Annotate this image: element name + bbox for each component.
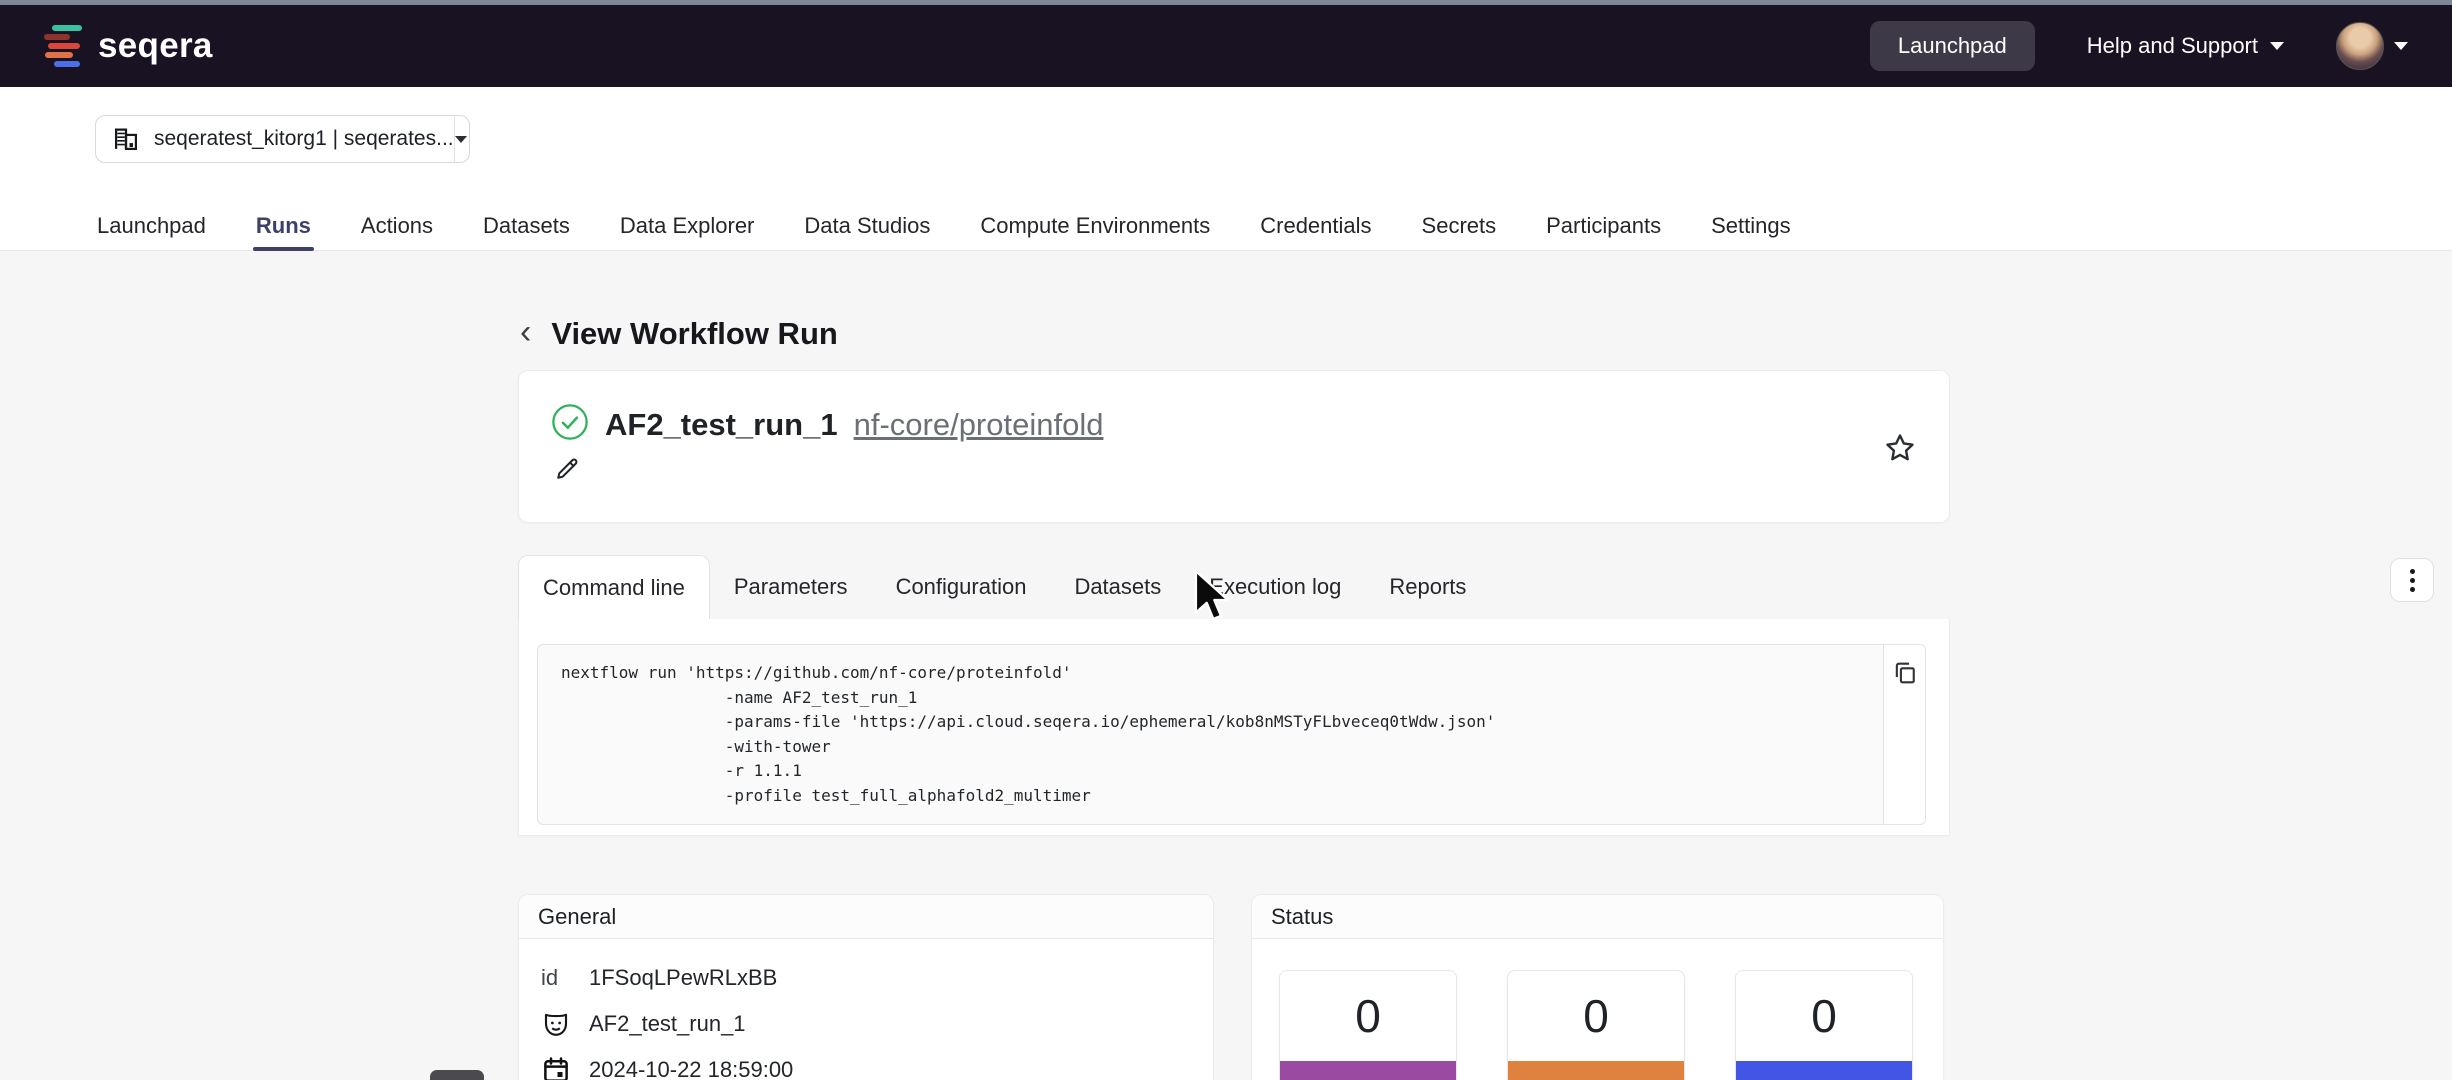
run-name: AF2_test_run_1 — [605, 407, 838, 443]
status-counter-pending: 0 pending — [1279, 970, 1457, 1080]
run-summary-card: AF2_test_run_1 nf-core/proteinfold — [518, 370, 1950, 523]
tab-parameters[interactable]: Parameters — [710, 555, 872, 619]
workspace-selector[interactable]: seqeratest_kitorg1 | seqerates... — [95, 115, 470, 163]
seqera-brand-link[interactable]: seqera — [44, 23, 213, 69]
run-title-row: AF2_test_run_1 nf-core/proteinfold — [551, 403, 1103, 446]
general-row-date: 2024-10-22 18:59:00 — [541, 1047, 1193, 1080]
page-title: View Workflow Run — [551, 316, 838, 352]
running-band: running — [1736, 1061, 1912, 1080]
star-run-button[interactable] — [1883, 431, 1917, 470]
run-name-value: AF2_test_run_1 — [589, 1011, 746, 1037]
code-line: -profile test_full_alphafold2_multimer — [561, 784, 1883, 809]
tab-datasets[interactable]: Datasets — [1050, 555, 1185, 619]
run-detail-tabs: Command line Parameters Configuration Da… — [518, 555, 1490, 619]
status-card-header: Status — [1252, 895, 1943, 939]
id-label: id — [541, 965, 589, 991]
submitted-band: submitted — [1508, 1061, 1684, 1080]
user-profile-menu[interactable] — [2336, 22, 2408, 70]
page-head: ‹ View Workflow Run — [520, 315, 838, 353]
nav-tab-data-explorer[interactable]: Data Explorer — [620, 201, 755, 250]
tab-execution-log[interactable]: Execution log — [1185, 555, 1365, 619]
status-counter-submitted: 0 submitted — [1507, 970, 1685, 1080]
command-line-text: nextflow run 'https://github.com/nf-core… — [538, 645, 1883, 824]
back-button[interactable]: ‹ — [520, 315, 531, 353]
run-date-value: 2024-10-22 18:59:00 — [589, 1057, 793, 1080]
calendar-icon — [541, 1055, 589, 1080]
seqera-logo-icon — [44, 23, 84, 69]
workspace-nav-tabs: Launchpad Runs Actions Datasets Data Exp… — [0, 201, 2452, 251]
general-card-header: General — [519, 895, 1213, 939]
nav-tab-participants[interactable]: Participants — [1546, 201, 1661, 250]
submitted-count: 0 — [1508, 971, 1684, 1061]
run-id-value: 1FSoqLPewRLxBB — [589, 965, 777, 991]
tab-configuration[interactable]: Configuration — [872, 555, 1051, 619]
pipeline-link[interactable]: nf-core/proteinfold — [854, 407, 1104, 443]
navbar-right-group: Launchpad Help and Support — [1870, 21, 2408, 71]
success-status-icon — [551, 403, 589, 446]
chevron-down-icon — [2270, 42, 2284, 50]
status-counter-running: 0 running — [1735, 970, 1913, 1080]
user-avatar — [2336, 22, 2384, 70]
general-row-run-name: AF2_test_run_1 — [541, 1001, 1193, 1047]
status-counters: 0 pending 0 submitted 0 running — [1252, 939, 1943, 1080]
general-row-id: id 1FSoqLPewRLxBB — [541, 955, 1193, 1001]
help-and-support-menu[interactable]: Help and Support — [2087, 33, 2284, 59]
code-line: -params-file 'https://api.cloud.seqera.i… — [561, 710, 1883, 735]
pending-band: pending — [1280, 1061, 1456, 1080]
command-line-panel: nextflow run 'https://github.com/nf-core… — [518, 619, 1950, 836]
more-options-button[interactable] — [2390, 558, 2434, 602]
status-card: Status 0 pending 0 submitted 0 running — [1251, 894, 1944, 1080]
pending-count: 0 — [1280, 971, 1456, 1061]
general-rows: id 1FSoqLPewRLxBB AF2_test_run_1 — [519, 939, 1213, 1080]
nav-tab-credentials[interactable]: Credentials — [1260, 201, 1371, 250]
page-body: ‹ View Workflow Run AF2_test_run_1 nf-co… — [0, 251, 2452, 1080]
code-line: -with-tower — [561, 735, 1883, 760]
copy-button[interactable] — [1891, 659, 1919, 687]
nav-tab-settings[interactable]: Settings — [1711, 201, 1791, 250]
workspace-selector-label: seqeratest_kitorg1 | seqerates... — [154, 127, 454, 151]
help-menu-label: Help and Support — [2087, 33, 2258, 59]
nav-tab-launchpad[interactable]: Launchpad — [97, 201, 206, 250]
general-card: General id 1FSoqLPewRLxBB AF — [518, 894, 1214, 1080]
code-line: nextflow run 'https://github.com/nf-core… — [561, 661, 1883, 686]
organization-icon — [112, 125, 140, 153]
code-line: -name AF2_test_run_1 — [561, 686, 1883, 711]
nav-tab-data-studios[interactable]: Data Studios — [804, 201, 930, 250]
brand-name: seqera — [98, 26, 213, 66]
dock-peek — [430, 1070, 484, 1080]
tab-command-line[interactable]: Command line — [518, 555, 710, 619]
nav-tab-runs[interactable]: Runs — [256, 201, 311, 250]
nav-tab-actions[interactable]: Actions — [361, 201, 433, 250]
launchpad-button[interactable]: Launchpad — [1870, 21, 2035, 71]
workspace-caret — [454, 136, 469, 143]
code-line: -r 1.1.1 — [561, 759, 1883, 784]
top-navbar: seqera Launchpad Help and Support — [0, 5, 2452, 87]
nav-tab-secrets[interactable]: Secrets — [1422, 201, 1497, 250]
tab-reports[interactable]: Reports — [1365, 555, 1490, 619]
workspace-header-bar: seqeratest_kitorg1 | seqerates... — [0, 87, 2452, 201]
edit-run-name-button[interactable] — [553, 455, 581, 488]
running-count: 0 — [1736, 971, 1912, 1061]
nav-tab-datasets[interactable]: Datasets — [483, 201, 570, 250]
chevron-down-icon — [2394, 42, 2408, 50]
command-line-code-block: nextflow run 'https://github.com/nf-core… — [537, 644, 1926, 825]
run-name-mask-icon — [541, 1009, 589, 1039]
nav-tab-compute-environments[interactable]: Compute Environments — [980, 201, 1210, 250]
copy-column — [1883, 645, 1925, 824]
seqera-app-window: seqera Launchpad Help and Support — [0, 0, 2452, 1080]
